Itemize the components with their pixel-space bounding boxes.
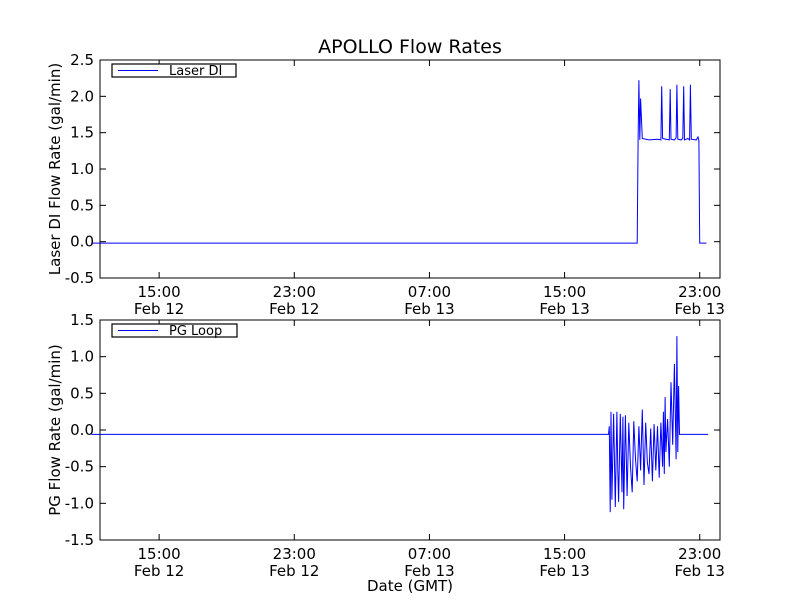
chart-title: APOLLO Flow Rates (318, 36, 502, 58)
y-tick-label: 1.0 (70, 160, 94, 178)
y-tick-label: 0.0 (70, 233, 94, 251)
x-tick-time-label: 15:00 (138, 283, 181, 301)
x-tick-time-label: 23:00 (273, 283, 316, 301)
x-tick-date-label: Feb 13 (675, 562, 725, 580)
y-tick-label: -0.5 (65, 458, 94, 476)
series-line-laser-di (91, 80, 707, 244)
plot-frame (99, 59, 721, 279)
plot-frame (99, 319, 721, 541)
x-tick-date-label: Feb 13 (539, 300, 589, 318)
x-axis-label: Date (GMT) (367, 577, 453, 595)
x-tick-time-label: 07:00 (408, 545, 451, 563)
x-tick-date-label: Feb 12 (269, 300, 319, 318)
y-tick-label: 1.5 (70, 311, 94, 329)
y-axis-label: Laser DI Flow Rate (gal/min) (46, 63, 64, 275)
x-tick-date-label: Feb 12 (134, 562, 184, 580)
y-tick-label: 2.0 (70, 87, 94, 105)
y-tick-label: -1.5 (65, 531, 94, 549)
x-tick-time-label: 15:00 (138, 545, 181, 563)
x-tick-date-label: Feb 13 (675, 300, 725, 318)
y-tick-label: 0.0 (70, 421, 94, 439)
x-tick-date-label: Feb 12 (134, 300, 184, 318)
x-tick-time-label: 23:00 (678, 283, 721, 301)
series-line-pg-loop (91, 336, 709, 513)
legend-label: Laser DI (169, 64, 222, 79)
y-tick-label: 1.5 (70, 124, 94, 142)
x-tick-time-label: 23:00 (678, 545, 721, 563)
pg-loop-plot: -1.5-1.0-0.50.00.51.01.515:00Feb 1223:00… (46, 311, 725, 595)
figure: APOLLO Flow Rates -0.5 0.0 0.5 1.0 1.5 2.0 2.5… (46, 36, 725, 595)
y-axis-label: PG Flow Rate (gal/min) (46, 344, 64, 516)
x-tick-date-label: Feb 12 (269, 562, 319, 580)
y-tick-label: -0.5 (65, 269, 94, 287)
x-tick-date-label: Feb 13 (539, 562, 589, 580)
x-tick-date-label: Feb 13 (404, 300, 454, 318)
x-tick-time-label: 15:00 (543, 545, 586, 563)
x-tick-time-label: 23:00 (273, 545, 316, 563)
laser-di-plot: -0.50.00.51.01.52.02.515:00Feb 1223:00Fe… (46, 51, 725, 318)
legend-label: PG Loop (169, 324, 222, 339)
y-tick-label: 1.0 (70, 348, 94, 366)
y-tick-label: 0.5 (70, 384, 94, 402)
y-tick-label: 0.5 (70, 196, 94, 214)
x-tick-time-label: 15:00 (543, 283, 586, 301)
y-tick-label: 2.5 (70, 51, 94, 69)
x-tick-time-label: 07:00 (408, 283, 451, 301)
y-tick-label: -1.0 (65, 494, 94, 512)
